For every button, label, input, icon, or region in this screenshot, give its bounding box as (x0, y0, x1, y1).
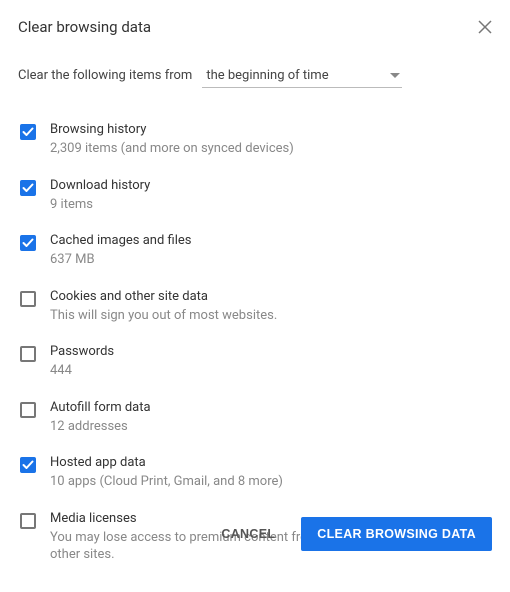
option-row: Hosted app data 10 apps (Cloud Print, Gma… (18, 445, 492, 501)
option-sublabel: 12 addresses (50, 418, 151, 436)
option-text: Passwords 444 (50, 344, 114, 380)
option-row: Passwords 444 (18, 334, 492, 390)
dialog-title: Clear browsing data (18, 18, 151, 36)
dialog-footer: CANCEL CLEAR BROWSING DATA (205, 517, 492, 551)
option-text: Hosted app data 10 apps (Cloud Print, Gma… (50, 455, 283, 491)
option-label: Passwords (50, 344, 114, 359)
clear-browsing-data-dialog: Clear browsing data Clear the following … (0, 0, 510, 592)
option-label: Autofill form data (50, 400, 151, 415)
prompt-label: Clear the following items from (18, 68, 192, 83)
option-label: Hosted app data (50, 455, 283, 470)
option-checkbox[interactable] (20, 513, 36, 529)
option-text: Download history 9 items (50, 178, 150, 214)
time-range-value: the beginning of time (206, 68, 328, 83)
option-sublabel: 9 items (50, 196, 150, 214)
option-row: Cached images and files 637 MB (18, 223, 492, 279)
option-row: Download history 9 items (18, 168, 492, 224)
close-icon[interactable] (478, 20, 492, 34)
option-label: Cookies and other site data (50, 289, 277, 304)
options-list: Browsing history 2,309 items (and more on… (18, 112, 492, 574)
chevron-down-icon (390, 68, 400, 83)
option-checkbox[interactable] (20, 124, 36, 140)
option-checkbox[interactable] (20, 457, 36, 473)
option-sublabel: This will sign you out of most websites. (50, 307, 277, 325)
clear-browsing-data-button[interactable]: CLEAR BROWSING DATA (301, 517, 492, 551)
option-sublabel: 2,309 items (and more on synced devices) (50, 140, 294, 158)
option-checkbox[interactable] (20, 402, 36, 418)
option-checkbox[interactable] (20, 291, 36, 307)
option-sublabel: 10 apps (Cloud Print, Gmail, and 8 more) (50, 473, 283, 491)
option-sublabel: 444 (50, 362, 114, 380)
option-text: Autofill form data 12 addresses (50, 400, 151, 436)
option-row: Cookies and other site data This will sig… (18, 279, 492, 335)
option-checkbox[interactable] (20, 180, 36, 196)
option-row: Browsing history 2,309 items (and more on… (18, 112, 492, 168)
option-checkbox[interactable] (20, 346, 36, 362)
dialog-header: Clear browsing data (18, 18, 492, 36)
option-label: Cached images and files (50, 233, 191, 248)
option-text: Cached images and files 637 MB (50, 233, 191, 269)
option-label: Browsing history (50, 122, 294, 137)
time-range-row: Clear the following items from the begin… (18, 64, 492, 88)
option-text: Cookies and other site data This will sig… (50, 289, 277, 325)
cancel-button[interactable]: CANCEL (205, 517, 291, 551)
option-checkbox[interactable] (20, 235, 36, 251)
option-text: Browsing history 2,309 items (and more on… (50, 122, 294, 158)
option-label: Download history (50, 178, 150, 193)
option-sublabel: 637 MB (50, 251, 191, 269)
time-range-select[interactable]: the beginning of time (202, 64, 402, 88)
option-row: Autofill form data 12 addresses (18, 390, 492, 446)
